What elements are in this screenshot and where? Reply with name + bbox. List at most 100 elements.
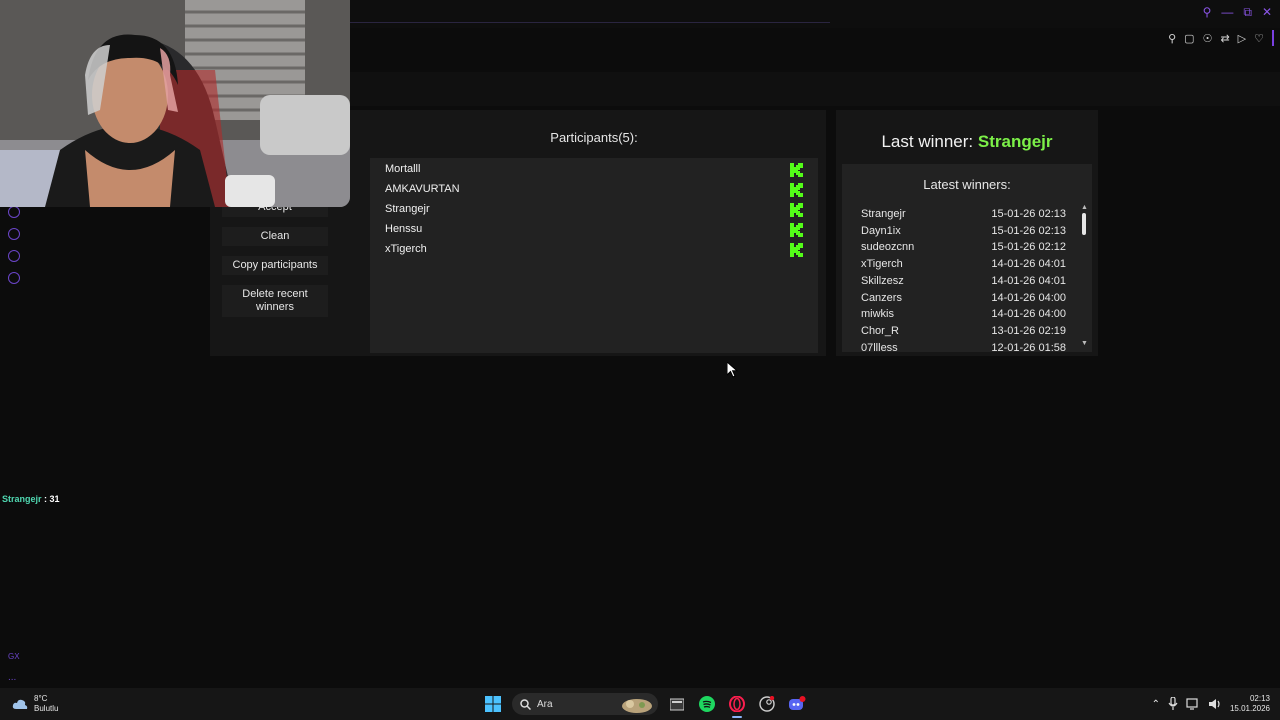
scroll-up-icon[interactable]: ▲ bbox=[1081, 204, 1088, 211]
mouse-cursor-icon bbox=[727, 362, 739, 378]
chat-message: Strangejr : 31 bbox=[2, 494, 60, 504]
webcam-image bbox=[0, 0, 350, 207]
winner-name: Skillzesz bbox=[861, 274, 904, 287]
participant-name: xTigerch bbox=[385, 243, 427, 255]
play-icon[interactable]: ▷ bbox=[1238, 32, 1246, 45]
history-icon[interactable] bbox=[8, 228, 20, 240]
winners-scrollbar[interactable]: ▲ ▼ bbox=[1081, 204, 1088, 350]
extensions-icon[interactable] bbox=[8, 250, 20, 262]
winner-name: xTigerch bbox=[861, 258, 903, 271]
search-icon[interactable]: ⚲ bbox=[1203, 4, 1212, 20]
scroll-thumb[interactable] bbox=[1082, 213, 1086, 235]
volume-icon[interactable] bbox=[1208, 698, 1222, 710]
winner-date: 14-01-26 04:00 bbox=[991, 308, 1066, 321]
clean-button[interactable]: Clean bbox=[222, 227, 328, 246]
winner-row: Chor_R 13-01-26 02:19 bbox=[861, 325, 1066, 341]
weather-desc: Bulutlu bbox=[34, 704, 59, 713]
scroll-down-icon[interactable]: ▼ bbox=[1081, 340, 1088, 347]
winner-date: 14-01-26 04:00 bbox=[991, 291, 1066, 304]
more-icon[interactable]: ... bbox=[8, 672, 16, 683]
cloud-icon bbox=[12, 699, 28, 709]
weather-temp: 8°C bbox=[34, 694, 48, 703]
winner-name: Dayn1ix bbox=[861, 224, 901, 237]
system-tray: ⌃ 02:13 15.01.2026 bbox=[1152, 694, 1270, 714]
winner-row: Canzers 14-01-26 04:00 bbox=[861, 292, 1066, 308]
last-winner-heading: Last winner: Strangejr bbox=[836, 132, 1098, 152]
winner-row: xTigerch 14-01-26 04:01 bbox=[861, 258, 1066, 274]
screen: ⚲ — ⧉ ✕ ⚲ ▢ ☉ ⇄ ▷ ♡ GX ... Accept Clean … bbox=[0, 0, 1280, 720]
window-controls: ⚲ — ⧉ ✕ bbox=[1203, 4, 1272, 20]
network-icon[interactable] bbox=[1186, 698, 1200, 710]
page-header-bar bbox=[350, 72, 1280, 106]
participants-title: Participants(5): bbox=[550, 130, 638, 145]
file-explorer-icon[interactable] bbox=[666, 693, 688, 715]
taskbar-search[interactable]: Ara bbox=[512, 693, 658, 715]
chat-text: : 31 bbox=[44, 494, 60, 504]
microphone-icon[interactable] bbox=[1168, 697, 1178, 711]
shield-icon[interactable]: ☉ bbox=[1203, 32, 1213, 45]
winner-row: sudeozcnn 15-01-26 02:12 bbox=[861, 241, 1066, 257]
pin-icon[interactable]: ⚲ bbox=[1168, 32, 1176, 45]
participant-row: AMKAVURTAN bbox=[385, 180, 805, 200]
kick-icon bbox=[790, 203, 803, 217]
winner-date: 15-01-26 02:12 bbox=[991, 241, 1066, 254]
player-icon[interactable] bbox=[8, 206, 20, 218]
participant-name: Henssu bbox=[385, 223, 423, 235]
participant-row: Henssu bbox=[385, 220, 805, 240]
windows-start-icon[interactable] bbox=[482, 693, 504, 715]
browser-sidebar bbox=[0, 200, 28, 680]
weather-widget[interactable]: 8°C Bulutlu bbox=[12, 694, 58, 714]
participant-name: Mortalll bbox=[385, 163, 421, 175]
participant-row: Mortalll bbox=[385, 160, 805, 180]
steam-icon[interactable] bbox=[756, 693, 778, 715]
webcam-overlay bbox=[0, 0, 350, 207]
participant-name: Strangejr bbox=[385, 203, 430, 215]
winner-name: Chor_R bbox=[861, 324, 899, 337]
spotify-icon[interactable] bbox=[696, 693, 718, 715]
latest-winners-title: Latest winners: bbox=[923, 177, 1011, 192]
latest-winners-list[interactable]: Latest winners: ▲ ▼ Strangejr 15-01-26 02… bbox=[842, 164, 1092, 352]
translate-icon[interactable]: ⇄ bbox=[1220, 32, 1229, 45]
search-placeholder: Ara bbox=[537, 698, 553, 710]
restore-icon[interactable]: ⧉ bbox=[1243, 4, 1252, 20]
opera-gx-icon[interactable] bbox=[726, 693, 748, 718]
clock-time: 02:13 bbox=[1249, 694, 1270, 703]
tab-divider bbox=[350, 22, 830, 23]
winner-row: Strangejr 15-01-26 02:13 bbox=[861, 208, 1066, 224]
winner-row: miwkis 14-01-26 04:00 bbox=[861, 308, 1066, 324]
close-icon[interactable]: ✕ bbox=[1262, 4, 1272, 20]
winner-row: Skillzesz 14-01-26 04:01 bbox=[861, 275, 1066, 291]
winner-date: 14-01-26 04:01 bbox=[991, 258, 1066, 271]
winner-name: Strangejr bbox=[861, 208, 906, 220]
chevron-up-icon[interactable]: ⌃ bbox=[1152, 699, 1160, 710]
gx-label[interactable]: GX bbox=[8, 652, 20, 661]
windows-taskbar: 8°C Bulutlu Ara ⌃ 02:13 15.01.2026 bbox=[0, 688, 1280, 720]
snapshot-icon[interactable]: ▢ bbox=[1184, 32, 1194, 45]
participants-list: Mortalll AMKAVURTAN Strangejr Henssu xTigerc… bbox=[370, 158, 818, 353]
sidebar-accent bbox=[1272, 30, 1274, 46]
copy-participants-button[interactable]: Copy participants bbox=[222, 256, 328, 275]
kick-icon bbox=[790, 183, 803, 197]
winner-date: 15-01-26 02:13 bbox=[991, 224, 1066, 237]
winner-name: miwkis bbox=[861, 308, 894, 321]
winner-date: 13-01-26 02:19 bbox=[991, 324, 1066, 337]
heart-icon[interactable]: ♡ bbox=[1254, 32, 1264, 45]
winner-name: sudeozcnn bbox=[861, 241, 915, 254]
kick-icon bbox=[790, 243, 803, 257]
last-winner-label: Last winner: bbox=[881, 132, 974, 151]
clock[interactable]: 02:13 15.01.2026 bbox=[1230, 694, 1270, 714]
chat-username: Strangejr bbox=[2, 494, 42, 504]
settings-icon[interactable] bbox=[8, 272, 20, 284]
delete-recent-winners-button[interactable]: Delete recent winners bbox=[222, 285, 328, 317]
kick-icon bbox=[790, 163, 803, 177]
winner-name: Canzers bbox=[861, 291, 902, 304]
search-icon bbox=[520, 698, 531, 710]
winner-date: 14-01-26 04:01 bbox=[991, 274, 1066, 287]
winner-row: 07llless 12-01-26 01:58 bbox=[861, 342, 1066, 352]
winner-name: 07llless bbox=[861, 341, 898, 352]
clock-date: 15.01.2026 bbox=[1229, 704, 1270, 713]
discord-icon[interactable] bbox=[786, 693, 808, 715]
taskbar-apps: Ara bbox=[482, 693, 808, 718]
last-winner-name: Strangejr bbox=[977, 132, 1053, 151]
minimize-icon[interactable]: — bbox=[1221, 4, 1233, 20]
